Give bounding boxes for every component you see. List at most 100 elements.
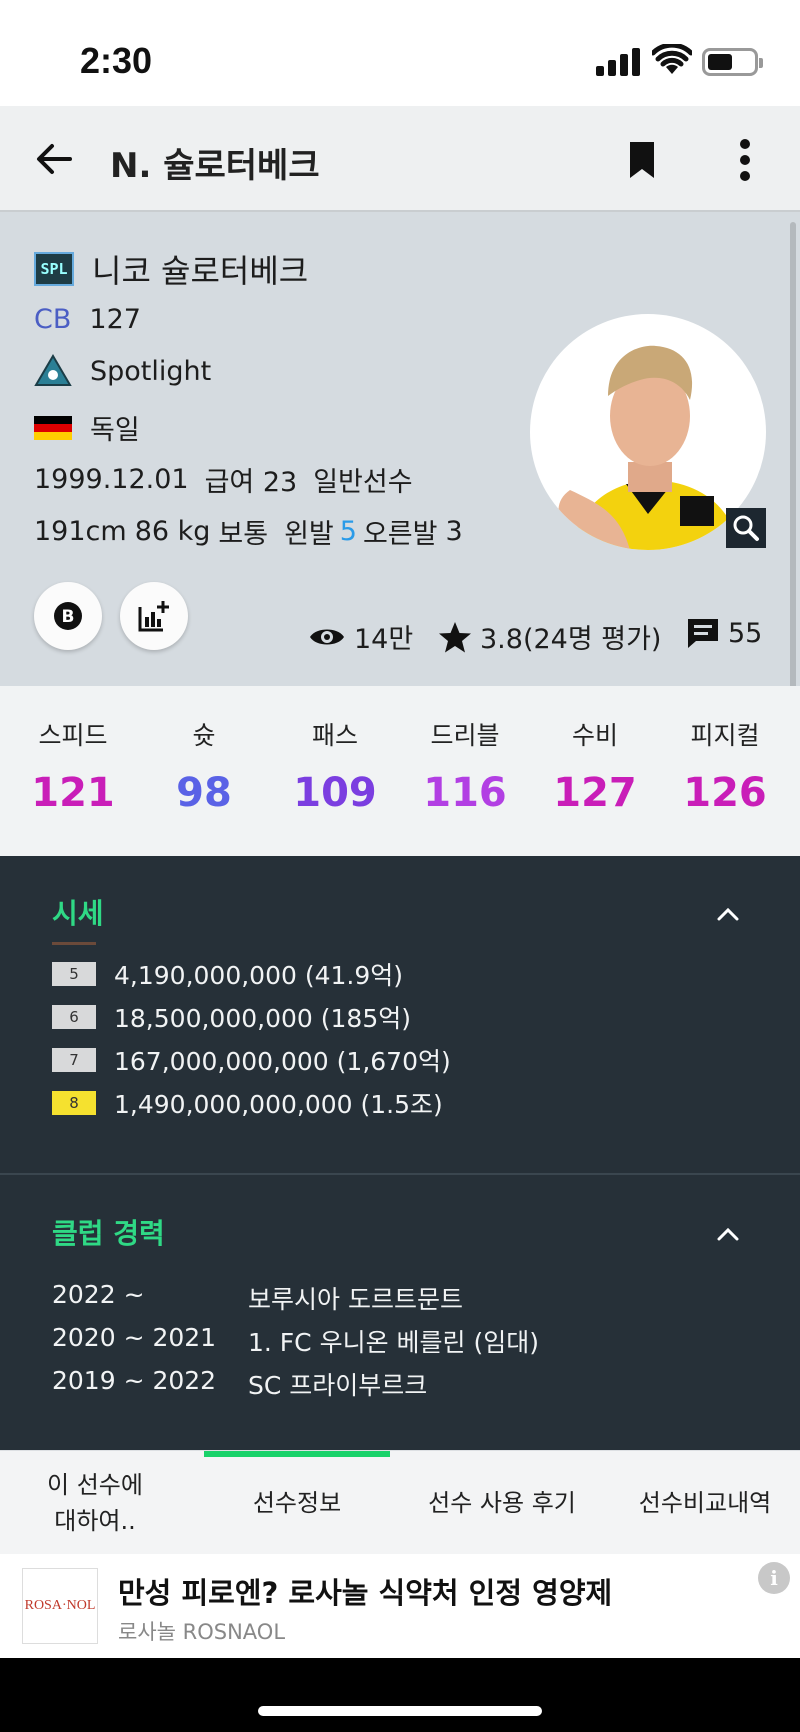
left-foot-value: 5 [339, 516, 357, 547]
attr-value: 126 [683, 770, 767, 816]
career-years: 2019 ~ 2022 [52, 1366, 217, 1395]
attr-label: 드리블 [430, 721, 500, 750]
attr-label: 수비 [571, 721, 618, 750]
height: 191cm [34, 516, 127, 547]
photo-search-icon[interactable] [726, 508, 766, 548]
left-foot-label: 왼발 [284, 519, 334, 550]
tab-player-info[interactable]: 선수정보 [204, 1451, 390, 1555]
attr-defending: 수비 127 [530, 716, 660, 816]
attr-shooting: 슛 98 [139, 716, 269, 816]
position: CB [34, 304, 72, 335]
bio-row: 1999.12.01 급여 23 일반선수 [34, 460, 413, 499]
nation-row: 독일 [34, 408, 140, 447]
eye-icon [310, 629, 344, 644]
attr-label: 패스 [311, 721, 358, 750]
position-row: CB 127 [34, 304, 141, 335]
germany-flag-icon [34, 415, 72, 440]
comment-icon [688, 619, 718, 648]
section-divider [0, 1173, 800, 1175]
price-row: 8 1,490,000,000,000 (1.5조) [52, 1085, 443, 1121]
player-name: 니코 슐로터베크 [92, 252, 309, 290]
attr-value: 98 [176, 770, 232, 816]
tab-about[interactable]: 이 선수에 대하여.. [0, 1451, 190, 1555]
attr-value: 121 [31, 770, 115, 816]
price-value: 1,490,000,000,000 (1.5조) [114, 1090, 443, 1119]
weight: 86 kg [134, 516, 211, 547]
nation: 독일 [90, 415, 140, 446]
salary: 급여 23 [204, 467, 298, 498]
chevron-up-icon[interactable] [716, 906, 740, 922]
player-type: 일반선수 [313, 467, 413, 498]
bitcoin-icon: B [54, 602, 82, 630]
birth-date: 1999.12.01 [34, 464, 189, 495]
spotlight-icon [34, 354, 72, 386]
chevron-up-icon[interactable] [716, 1226, 740, 1242]
attr-label: 슛 [192, 721, 216, 750]
career-section-title: 클럽 경력 [52, 1217, 165, 1250]
overall: 127 [89, 304, 141, 335]
views-count: 14만 [354, 624, 414, 655]
rating-value: 3.8(24명 평가) [480, 624, 662, 655]
team-tag-row: Spotlight [34, 354, 211, 388]
status-time: 2:30 [80, 40, 153, 81]
player-profile: SPL 니코 슐로터베크 CB 127 Spotlight 독일 1999.12… [0, 212, 786, 686]
signal-icon [596, 48, 640, 76]
attr-dribbling: 드리블 116 [400, 716, 530, 816]
right-foot-value: 3 [445, 516, 463, 547]
more-vert-icon[interactable] [730, 138, 760, 182]
price-row: 6 18,500,000,000 (185억) [52, 999, 411, 1035]
price-row: 7 167,000,000,000 (1,670억) [52, 1042, 451, 1078]
attr-physical: 피지컬 126 [660, 716, 790, 816]
attribute-summary: 스피드 121 슛 98 패스 109 드리블 116 수비 127 피지컬 1… [0, 686, 800, 856]
ad-banner[interactable]: ROSA·NOL 만성 피로엔? 로사놀 식약처 인정 영양제 로사놀 ROSN… [0, 1554, 800, 1658]
comments-stat[interactable]: 55 [686, 617, 762, 649]
home-indicator-area [0, 1658, 800, 1732]
upgrade-level-badge: 5 [52, 962, 96, 986]
tab-reviews[interactable]: 선수 사용 후기 [402, 1451, 602, 1555]
wifi-icon [652, 44, 692, 74]
season-badge: SPL [34, 252, 74, 286]
status-bar: 2:30 [0, 0, 800, 106]
bookmark-icon[interactable] [624, 138, 660, 182]
ad-logo: ROSA·NOL [22, 1568, 98, 1644]
bottom-tab-bar: 이 선수에 대하여.. 선수정보 선수 사용 후기 선수비교내역 [0, 1450, 800, 1554]
career-team: 보루시아 도르트문트 [248, 1285, 463, 1314]
ad-title[interactable]: 만성 피로엔? 로사놀 식약처 인정 영양제 [118, 1570, 612, 1612]
price-coin-button[interactable]: B [34, 582, 102, 650]
career-team: SC 프라이부르크 [248, 1371, 428, 1400]
upgrade-level-badge: 6 [52, 1005, 96, 1029]
price-row: 5 4,190,000,000 (41.9억) [52, 956, 403, 992]
comments-count: 55 [728, 617, 763, 649]
svg-text:B: B [62, 607, 75, 627]
name-row: SPL 니코 슐로터베크 [34, 246, 308, 292]
price-value: 18,500,000,000 (185억) [114, 1004, 411, 1033]
ad-info-icon[interactable]: i [758, 1562, 790, 1594]
price-value: 4,190,000,000 (41.9억) [114, 961, 404, 990]
add-chart-icon [138, 601, 169, 632]
back-arrow-icon[interactable] [30, 134, 80, 184]
attr-passing: 패스 109 [270, 716, 400, 816]
price-value: 167,000,000,000 (1,670억) [114, 1047, 451, 1076]
page-title: N. 슐로터베크 [110, 146, 320, 186]
scrollbar[interactable] [786, 212, 800, 722]
home-indicator[interactable] [258, 1706, 542, 1716]
attr-value: 127 [553, 770, 637, 816]
tab-compare[interactable]: 선수비교내역 [610, 1451, 800, 1555]
app-bar: N. 슐로터베크 [0, 106, 800, 212]
clipped-row-edge [52, 942, 96, 945]
rating-stat: 3.8(24명 평가) [438, 617, 661, 656]
battery-icon [702, 48, 763, 76]
upgrade-level-badge: 8 [52, 1091, 96, 1115]
ad-subtitle: 로사놀 ROSNAOL [118, 1620, 286, 1644]
career-years: 2022 ~ [52, 1280, 145, 1309]
attr-label: 스피드 [38, 721, 108, 750]
add-compare-button[interactable] [120, 582, 188, 650]
star-icon [439, 621, 471, 652]
attr-value: 109 [293, 770, 377, 816]
right-foot-label: 오른발 [362, 519, 438, 550]
views-stat: 14만 [308, 617, 413, 656]
upgrade-level-badge: 7 [52, 1048, 96, 1072]
attr-label: 피지컬 [690, 721, 760, 750]
body-type: 보통 [218, 519, 269, 550]
physical-row: 191cm 86 kg 보통 왼발 5 오른발 3 [34, 512, 463, 551]
